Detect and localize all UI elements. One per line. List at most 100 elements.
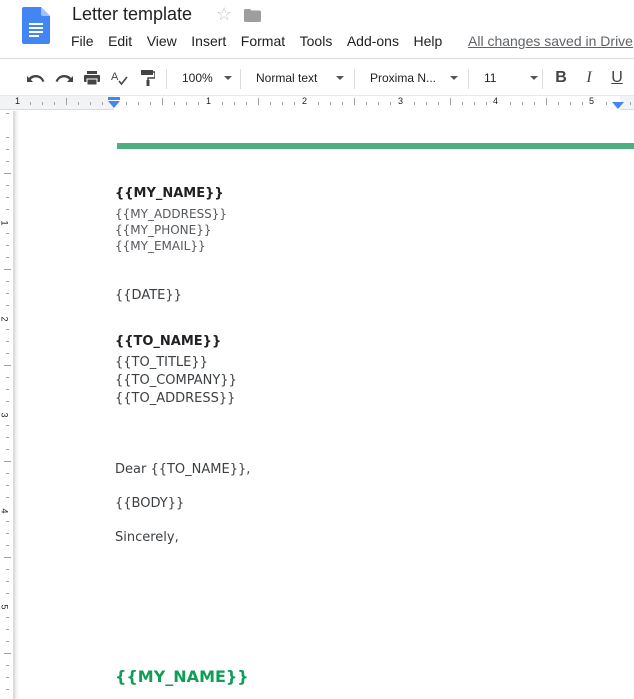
letter-date[interactable]: {{DATE}} xyxy=(115,288,182,303)
ruler-label: 4 xyxy=(493,96,499,106)
document-page[interactable] xyxy=(19,111,634,699)
ruler-tick xyxy=(282,102,283,105)
ruler-tick xyxy=(462,102,463,105)
ruler-tick xyxy=(5,581,9,582)
bold-button[interactable]: B xyxy=(550,59,572,96)
font-value: Proxima N... xyxy=(370,70,437,85)
closing[interactable]: Sincerely, xyxy=(115,530,179,545)
ruler-tick xyxy=(5,689,9,690)
signature-name[interactable]: {{MY_NAME}} xyxy=(115,667,249,686)
zoom-value: 100% xyxy=(182,70,213,85)
vertical-ruler[interactable]: 1 2 3 4 5 xyxy=(0,111,14,699)
ruler-tick xyxy=(5,593,9,594)
italic-button[interactable]: I xyxy=(578,59,600,96)
ruler-tick xyxy=(5,485,9,486)
style-value: Normal text xyxy=(256,70,318,85)
sender-phone[interactable]: {{MY_PHONE}} xyxy=(115,223,212,237)
ruler-tick xyxy=(5,533,9,534)
document-title[interactable]: Letter template xyxy=(72,4,192,25)
menu-insert[interactable]: Insert xyxy=(191,33,226,49)
toolbar: A 100% Normal text Proxima N... 11 B I U xyxy=(0,58,634,96)
letter-body[interactable]: {{BODY}} xyxy=(115,496,184,511)
ruler-tick xyxy=(5,425,9,426)
underline-icon: U xyxy=(611,68,623,86)
ruler-tick xyxy=(5,113,9,114)
ruler-tick xyxy=(414,102,415,105)
ruler-tick xyxy=(42,102,43,105)
ruler-tick xyxy=(330,102,331,105)
ruler-tick xyxy=(486,102,487,105)
menu-file[interactable]: File xyxy=(71,33,94,49)
ruler-tick xyxy=(222,102,223,105)
ruler-tick xyxy=(150,102,151,105)
ruler-tick xyxy=(630,102,631,105)
ruler-tick xyxy=(5,341,9,342)
ruler-tick xyxy=(3,557,11,558)
paint-format-icon xyxy=(141,69,155,86)
font-select[interactable]: Proxima N... xyxy=(362,59,462,96)
print-button[interactable] xyxy=(80,59,104,96)
first-line-indent-marker[interactable] xyxy=(108,97,120,100)
recipient-company[interactable]: {{TO_COMPANY}} xyxy=(115,373,237,388)
menu-help[interactable]: Help xyxy=(413,33,442,49)
ruler-tick xyxy=(258,98,259,105)
paint-format-button[interactable] xyxy=(136,59,160,96)
ruler-tick xyxy=(162,98,163,105)
left-indent-marker[interactable] xyxy=(108,101,120,108)
salutation[interactable]: Dear {{TO_NAME}}, xyxy=(115,462,250,477)
toolbar-divider xyxy=(166,69,167,89)
spellcheck-button[interactable]: A xyxy=(108,59,132,96)
menu-add-ons[interactable]: Add-ons xyxy=(347,33,399,49)
menu-edit[interactable]: Edit xyxy=(108,33,132,49)
ruler-tick xyxy=(294,102,295,105)
redo-button[interactable] xyxy=(52,59,76,96)
ruler-tick xyxy=(438,102,439,105)
ruler-tick xyxy=(5,161,9,162)
ruler-tick xyxy=(270,102,271,105)
folder-icon[interactable] xyxy=(244,9,261,22)
ruler-tick xyxy=(5,137,9,138)
right-indent-marker[interactable] xyxy=(612,102,624,109)
ruler-tick xyxy=(582,102,583,105)
font-size-select[interactable]: 11 xyxy=(476,59,542,96)
recipient-title[interactable]: {{TO_TITLE}} xyxy=(115,355,208,370)
menu-format[interactable]: Format xyxy=(241,33,285,49)
ruler-tick xyxy=(5,641,9,642)
sender-address[interactable]: {{MY_ADDRESS}} xyxy=(115,207,227,221)
ruler-tick xyxy=(606,102,607,105)
recipient-name[interactable]: {{TO_NAME}} xyxy=(115,334,221,349)
ruler-tick xyxy=(5,293,9,294)
ruler-tick xyxy=(5,305,9,306)
ruler-tick xyxy=(5,521,9,522)
ruler-tick xyxy=(5,257,9,258)
ruler-label: 3 xyxy=(0,412,10,418)
ruler-tick xyxy=(90,102,91,105)
recipient-address[interactable]: {{TO_ADDRESS}} xyxy=(115,391,235,406)
ruler-tick xyxy=(198,102,199,105)
ruler-tick xyxy=(5,665,9,666)
ruler-tick xyxy=(5,233,9,234)
italic-icon: I xyxy=(586,68,592,86)
ruler-tick xyxy=(5,329,9,330)
sender-email[interactable]: {{MY_EMAIL}} xyxy=(115,239,206,253)
underline-button[interactable]: U xyxy=(606,59,628,96)
ruler-tick xyxy=(3,653,11,654)
star-icon[interactable]: ☆ xyxy=(216,4,232,25)
header-accent-bar xyxy=(117,143,634,149)
ruler-tick xyxy=(138,102,139,105)
docs-logo-icon[interactable] xyxy=(22,7,50,44)
horizontal-ruler[interactable]: 1 1 2 3 4 5 xyxy=(0,96,634,110)
paragraph-style-select[interactable]: Normal text xyxy=(248,59,348,96)
ruler-tick xyxy=(66,98,67,105)
menu-view[interactable]: View xyxy=(147,33,177,49)
ruler-tick xyxy=(5,197,9,198)
ruler-label: 5 xyxy=(589,96,595,106)
save-status-link[interactable]: All changes saved in Drive xyxy=(468,33,633,49)
font-size-value: 11 xyxy=(484,70,497,85)
ruler-tick xyxy=(246,102,247,105)
menu-tools[interactable]: Tools xyxy=(300,33,333,49)
zoom-select[interactable]: 100% xyxy=(174,59,236,96)
sender-name[interactable]: {{MY_NAME}} xyxy=(115,186,224,201)
undo-button[interactable] xyxy=(24,59,48,96)
chevron-down-icon xyxy=(336,75,344,80)
